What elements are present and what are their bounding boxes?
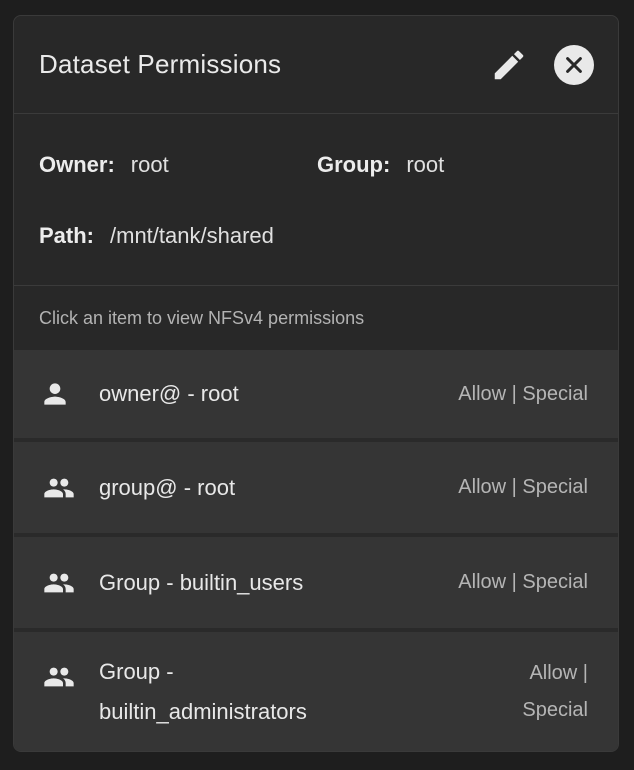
group-value: root bbox=[406, 152, 445, 177]
close-button[interactable] bbox=[554, 44, 594, 85]
owner-value: root bbox=[130, 152, 169, 177]
list-item[interactable]: Group - builtin_users Allow | Special bbox=[14, 537, 618, 632]
people-icon bbox=[44, 478, 74, 497]
path-label: Path: bbox=[39, 223, 94, 248]
path-field: Path: /mnt/tank/shared bbox=[39, 223, 274, 249]
list-item[interactable]: group@ - root Allow | Special bbox=[14, 442, 618, 537]
close-icon bbox=[566, 56, 582, 73]
owner-label: Owner: bbox=[39, 152, 115, 177]
dataset-permissions-card: Dataset Permissions Owner: root Group: r… bbox=[13, 15, 619, 752]
acl-entry-permission: Allow | Special bbox=[458, 571, 588, 593]
edit-permissions-button[interactable] bbox=[488, 44, 530, 86]
dataset-info: Owner: root Group: root Path: /mnt/tank/… bbox=[14, 114, 618, 286]
card-title: Dataset Permissions bbox=[39, 49, 282, 79]
acl-entry-permission: Allow | Special bbox=[522, 662, 588, 721]
acl-entry-name: group@ - root bbox=[99, 474, 236, 500]
card-header: Dataset Permissions bbox=[14, 16, 618, 114]
list-item[interactable]: Group - builtin_administrators Allow | S… bbox=[14, 632, 618, 751]
owner-field: Owner: root bbox=[39, 152, 169, 178]
people-icon bbox=[44, 667, 74, 687]
people-icon bbox=[44, 573, 74, 592]
person-icon bbox=[44, 383, 66, 405]
permissions-hint: Click an item to view NFSv4 permissions bbox=[39, 307, 365, 328]
group-field: Group: root bbox=[317, 152, 444, 178]
path-value: /mnt/tank/shared bbox=[110, 223, 274, 248]
acl-entry-name: Group - builtin_users bbox=[99, 569, 304, 595]
pencil-icon bbox=[494, 50, 524, 79]
group-label: Group: bbox=[317, 152, 391, 177]
list-item[interactable]: owner@ - root Allow | Special bbox=[14, 350, 618, 442]
acl-entry-permission: Allow | Special bbox=[458, 382, 588, 405]
acl-entry-name: owner@ - root bbox=[99, 381, 239, 406]
acl-entry-permission: Allow | Special bbox=[458, 476, 588, 498]
acl-entry-list: owner@ - root Allow | Special group@ - r… bbox=[14, 350, 618, 751]
acl-entry-name: Group - builtin_administrators bbox=[99, 659, 307, 724]
